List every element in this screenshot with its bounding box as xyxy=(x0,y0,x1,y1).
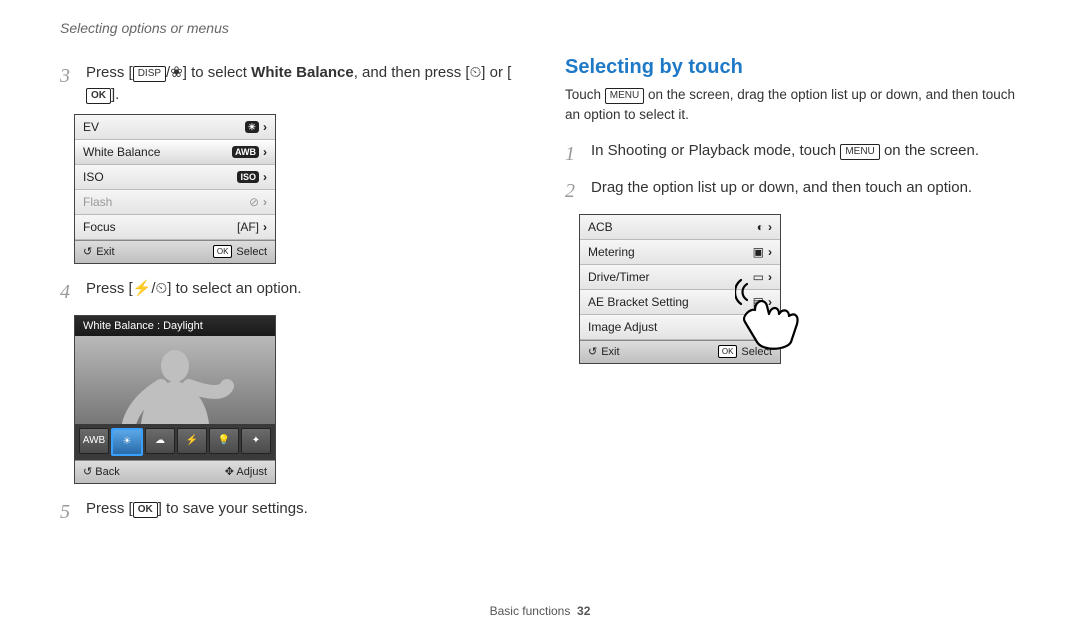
back-arrow-icon: ↺ xyxy=(83,466,92,478)
left-column: 3 Press [DISP/❀] to select White Balance… xyxy=(60,56,515,535)
wb-option: ✦ xyxy=(241,428,271,454)
step-2: 2 Drag the option list up or down, and t… xyxy=(565,177,1020,206)
step-4: 4 Press [⚡/⏲] to select an option. xyxy=(60,278,515,307)
menu-row-metering: Metering ▣› xyxy=(580,240,780,265)
step-num: 3 xyxy=(60,62,76,91)
section-intro: Touch MENU on the screen, drag the optio… xyxy=(565,85,1020,126)
timer-icon: ⏲ xyxy=(156,280,168,297)
menu-row-acb: ACB ◐› xyxy=(580,215,780,240)
iso-icon: ISO xyxy=(237,171,259,183)
back-arrow-icon: ↺ xyxy=(83,245,92,258)
right-column: Selecting by touch Touch MENU on the scr… xyxy=(565,56,1020,535)
chevron-right-icon: › xyxy=(263,170,267,184)
step-num: 4 xyxy=(60,278,76,307)
af-icon: [AF] xyxy=(237,220,259,234)
wb-title: White Balance : Daylight xyxy=(75,316,275,336)
adjust-icon: ✥ xyxy=(225,466,234,478)
section-heading: Selecting by touch xyxy=(565,56,1020,79)
disp-key-icon: DISP xyxy=(133,66,166,82)
touch-hand-icon xyxy=(735,276,813,354)
step-text: Press [DISP/❀] to select White Balance, … xyxy=(86,62,515,106)
menu-key-icon: MENU xyxy=(605,88,644,104)
ok-key-icon: OK xyxy=(133,502,158,518)
step-3: 3 Press [DISP/❀] to select White Balance… xyxy=(60,62,515,106)
menu-footer-bar: ↺ Exit OK Select xyxy=(75,240,275,263)
step-1: 1 In Shooting or Playback mode, touch ME… xyxy=(565,140,1020,169)
wb-preview xyxy=(75,336,275,424)
awb-icon: AWB xyxy=(232,146,259,158)
ok-key-icon: OK xyxy=(86,88,111,104)
step-num: 5 xyxy=(60,498,76,527)
ok-key-icon: OK xyxy=(213,245,233,258)
menu-key-icon: MENU xyxy=(840,144,879,160)
wb-footer-bar: ↺ Back ✥ Adjust xyxy=(75,460,275,483)
menu-row-focus: Focus [AF]› xyxy=(75,215,275,240)
white-balance-screenshot: White Balance : Daylight AWB ☀ ☁ ⚡ 💡 ✦ xyxy=(74,315,276,484)
step-num: 1 xyxy=(565,140,581,169)
step-text: Drag the option list up or down, and the… xyxy=(591,177,1020,199)
menu-row-flash: Flash ⊘› xyxy=(75,190,275,215)
wb-option-selected: ☀ xyxy=(111,428,143,456)
step-text: Press [⚡/⏲] to select an option. xyxy=(86,278,515,300)
wb-option: 💡 xyxy=(209,428,239,454)
step-text: In Shooting or Playback mode, touch MENU… xyxy=(591,140,1020,162)
running-head: Selecting options or menus xyxy=(60,20,1020,36)
flash-icon: ⚡ xyxy=(133,280,152,297)
page-footer: Basic functions 32 xyxy=(0,604,1080,618)
timer-icon: ⏲ xyxy=(470,64,482,81)
metering-icon: ▣ xyxy=(753,245,764,259)
camera-menu-screenshot: EV ☀› White Balance AWB› ISO ISO› Flash … xyxy=(74,114,276,264)
wb-option: ☁ xyxy=(145,428,175,454)
wb-option-strip: AWB ☀ ☁ ⚡ 💡 ✦ xyxy=(75,424,275,460)
acb-icon: ◐ xyxy=(757,220,764,234)
wb-option: ⚡ xyxy=(177,428,207,454)
ev-icon: ☀ xyxy=(245,121,259,133)
chevron-right-icon: › xyxy=(768,220,772,234)
step-5: 5 Press [OK] to save your settings. xyxy=(60,498,515,527)
macro-icon: ❀ xyxy=(170,64,183,81)
wb-option: AWB xyxy=(79,428,109,454)
chevron-right-icon: › xyxy=(263,145,267,159)
menu-row-ev: EV ☀› xyxy=(75,115,275,140)
chevron-right-icon: › xyxy=(263,195,267,209)
chevron-right-icon: › xyxy=(263,220,267,234)
step-num: 2 xyxy=(565,177,581,206)
step-text: Press [OK] to save your settings. xyxy=(86,498,515,520)
chevron-right-icon: › xyxy=(768,245,772,259)
chevron-right-icon: › xyxy=(263,120,267,134)
menu-row-white-balance: White Balance AWB› xyxy=(75,140,275,165)
menu-row-iso: ISO ISO› xyxy=(75,165,275,190)
flash-off-icon: ⊘ xyxy=(249,195,259,209)
back-arrow-icon: ↺ xyxy=(588,345,597,358)
